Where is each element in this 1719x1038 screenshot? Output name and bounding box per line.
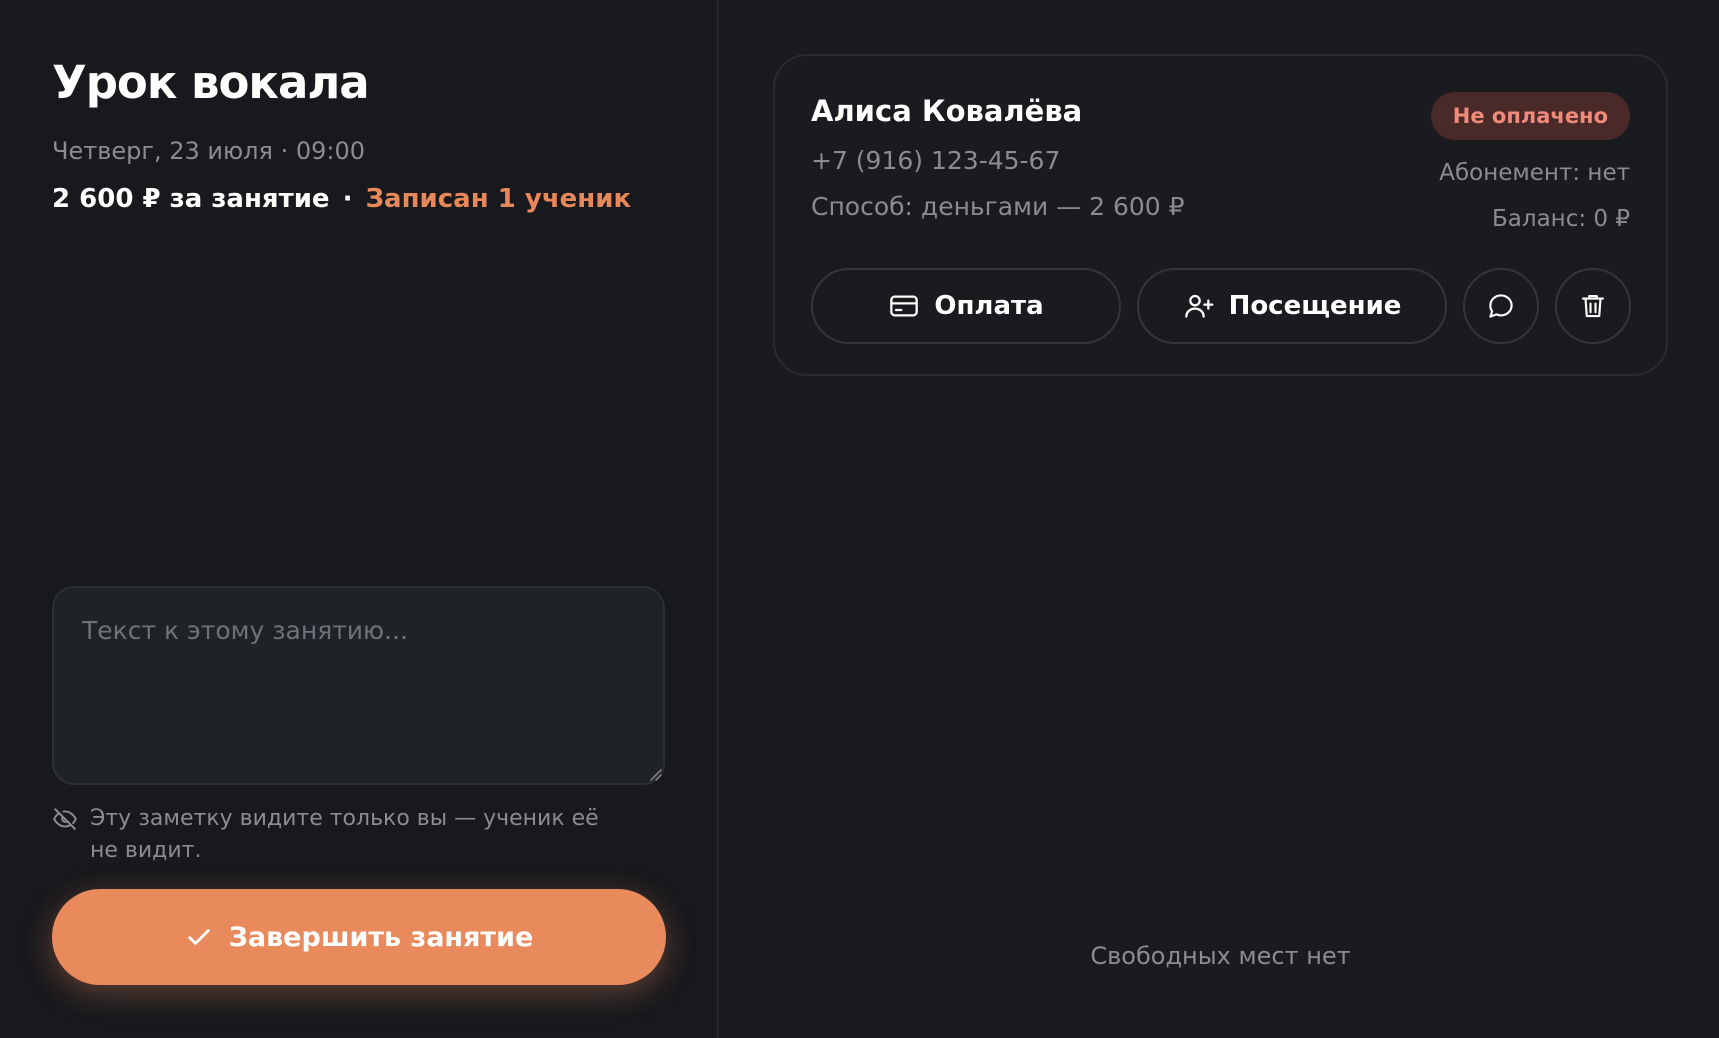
resize-handle-icon[interactable]: [648, 767, 662, 781]
lesson-page: Урок вокала Четверг, 23 июля · 09:00 2 6…: [0, 0, 1719, 1038]
privacy-hint-text: Эту заметку видите только вы — ученик её…: [90, 806, 599, 863]
student-card: Алиса Ковалёва +7 (916) 123-45-67 Способ…: [773, 54, 1668, 376]
payment-status-badge: Не оплачено: [1430, 92, 1630, 140]
balance-info: Баланс: 0 ₽: [1492, 206, 1630, 232]
privacy-hint: Эту заметку видите только вы — ученик её…: [52, 803, 612, 867]
lesson-price: 2 600 ₽ за занятие: [52, 184, 330, 214]
payment-method: Способ: деньгами — 2 600 ₽: [811, 192, 1185, 221]
lesson-title: Урок вокала: [52, 56, 370, 109]
payment-button-label: Оплата: [934, 291, 1044, 321]
credit-card-icon: [888, 290, 920, 322]
finish-lesson-button[interactable]: Завершить занятие: [52, 889, 666, 985]
message-icon: [1486, 291, 1516, 321]
student-phone: +7 (916) 123-45-67: [811, 146, 1061, 175]
user-plus-icon: [1183, 290, 1215, 322]
message-button[interactable]: [1463, 268, 1539, 344]
trash-icon: [1578, 291, 1608, 321]
payment-button[interactable]: Оплата: [811, 268, 1121, 344]
eye-off-icon: [52, 806, 78, 867]
check-icon: [185, 923, 213, 951]
student-actions: Оплата Посещение: [811, 268, 1631, 344]
lesson-note-textarea[interactable]: [52, 586, 665, 785]
lesson-date-time: Четверг, 23 июля · 09:00: [52, 137, 366, 165]
separator-dot: ·: [342, 184, 353, 214]
finish-lesson-label: Завершить занятие: [228, 921, 534, 953]
lesson-details-panel: Урок вокала Четверг, 23 июля · 09:00 2 6…: [0, 0, 718, 1038]
students-panel: Алиса Ковалёва +7 (916) 123-45-67 Способ…: [718, 0, 1719, 1038]
delete-button[interactable]: [1555, 268, 1631, 344]
no-seats-message: Свободных мест нет: [1090, 942, 1351, 970]
enrolled-count-link[interactable]: Записан 1 ученик: [366, 184, 632, 214]
subscription-info: Абонемент: нет: [1439, 160, 1630, 186]
attendance-button-label: Посещение: [1228, 291, 1402, 321]
student-name: Алиса Ковалёва: [811, 94, 1083, 128]
lesson-price-line: 2 600 ₽ за занятие · Записан 1 ученик: [52, 184, 631, 214]
attendance-button[interactable]: Посещение: [1137, 268, 1447, 344]
